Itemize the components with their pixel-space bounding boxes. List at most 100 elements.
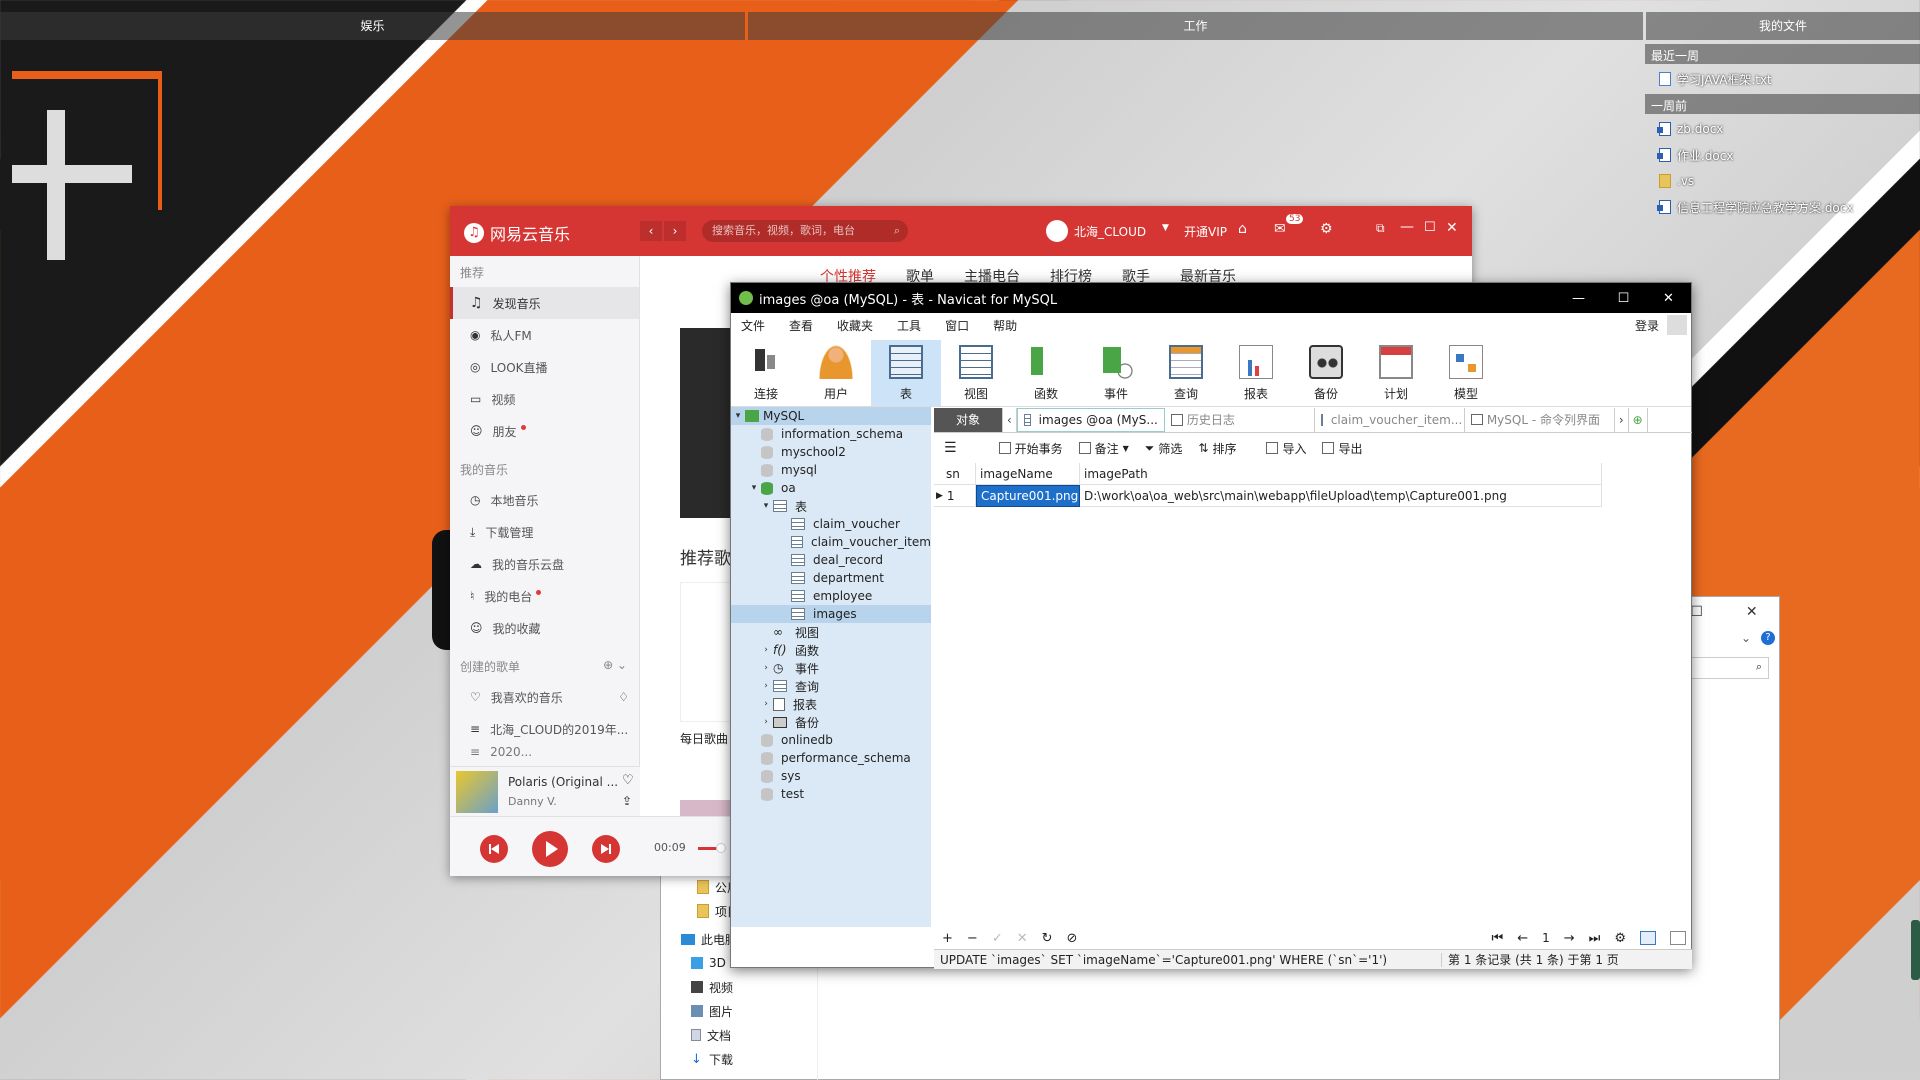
minimize-icon[interactable]: — <box>1556 291 1601 306</box>
login-button[interactable]: 登录 <box>1635 317 1659 334</box>
tree-database[interactable]: sys <box>731 767 931 785</box>
cell-imagename-editing[interactable]: Capture001.png <box>976 485 1080 507</box>
column-header-imagepath[interactable]: imagePath <box>1080 463 1602 485</box>
export-button[interactable]: 导出 <box>1316 440 1368 457</box>
mail-icon[interactable]: ✉ <box>1274 221 1286 237</box>
tree-database[interactable]: onlinedb <box>731 731 931 749</box>
previous-page-icon[interactable]: ← <box>1517 931 1528 946</box>
grid-view-icon[interactable] <box>1640 931 1656 945</box>
netease-search-input[interactable]: 搜索音乐，视频，歌词，电台 ⌕ <box>702 220 908 242</box>
nav-item-videos[interactable]: 视频 <box>681 975 761 999</box>
tab-images-table[interactable]: images @oa (MyS... <box>1016 407 1165 432</box>
sort-button[interactable]: ⇅ 排序 <box>1192 440 1242 457</box>
apply-icon[interactable]: ✓ <box>992 931 1003 946</box>
user-button[interactable]: 用户 <box>801 340 871 406</box>
cell-imagepath[interactable]: D:\work\oa\oa_web\src\main\webapp\fileUp… <box>1080 485 1602 507</box>
close-icon[interactable]: ✕ <box>1646 291 1691 306</box>
gear-icon[interactable]: ⚙ <box>1320 221 1333 237</box>
report-button[interactable]: 报表 <box>1221 340 1291 406</box>
tree-database[interactable]: information_schema <box>731 425 931 443</box>
last-page-icon[interactable]: ⏭ <box>1589 931 1601 946</box>
chevron-down-icon[interactable]: ⌄ <box>1741 631 1751 645</box>
backup-button[interactable]: 备份 <box>1291 340 1361 406</box>
tree-table[interactable]: deal_record <box>731 551 931 569</box>
scrollbar-handle[interactable] <box>1911 920 1920 980</box>
tab-claim-voucher-item[interactable]: claim_voucher_item... <box>1315 407 1465 432</box>
close-icon[interactable]: ✕ <box>1746 604 1758 620</box>
tree-tables-node[interactable]: ▾ 表 <box>731 497 931 515</box>
add-playlist-icon[interactable]: ⊕ ⌄ <box>603 658 627 675</box>
tree-backups-node[interactable]: › 备份 <box>731 713 931 731</box>
menu-favorites[interactable]: 收藏夹 <box>833 317 877 334</box>
fence-work[interactable]: 工作 <box>748 12 1643 40</box>
tab-scroll-left[interactable]: ‹ <box>1003 407 1017 432</box>
menu-view[interactable]: 查看 <box>785 317 817 334</box>
sidebar-item-downloads[interactable]: ⤓ 下载管理 <box>450 516 639 548</box>
tab-objects[interactable]: 对象 <box>934 407 1004 432</box>
tree-table[interactable]: claim_voucher <box>731 515 931 533</box>
tab-command-line[interactable]: MySQL - 命令列界面 <box>1465 407 1615 432</box>
sidebar-item-collection[interactable]: ☺ 我的收藏 <box>450 612 639 644</box>
discard-icon[interactable]: ✕ <box>1017 931 1028 946</box>
cell-sn[interactable]: ▶ 1 <box>934 485 976 507</box>
sidebar-item-cloud[interactable]: ☁ 我的音乐云盘 <box>450 548 639 580</box>
avatar[interactable] <box>1046 220 1068 242</box>
menu-tools[interactable]: 工具 <box>893 317 925 334</box>
tree-database[interactable]: mysql <box>731 461 931 479</box>
sidebar-item-friends[interactable]: ☺ 朋友 <box>450 415 639 447</box>
share-icon[interactable]: ⇪ <box>622 794 632 808</box>
gear-icon[interactable]: ⚙ <box>1614 931 1626 946</box>
memo-button[interactable]: 备注 ▼ <box>1073 440 1135 457</box>
explorer-search-box[interactable]: ⌕ <box>1679 657 1769 679</box>
sidebar-item-local[interactable]: ◷ 本地音乐 <box>450 484 639 516</box>
table-button[interactable]: 表 <box>871 340 941 406</box>
tree-database[interactable]: myschool2 <box>731 443 931 461</box>
previous-track-button[interactable] <box>480 835 508 863</box>
add-record-icon[interactable]: + <box>942 931 953 946</box>
tree-functions-node[interactable]: › f() 函数 <box>731 641 931 659</box>
fence-entertainment[interactable]: 娱乐 <box>0 12 745 40</box>
tree-connection-mysql[interactable]: ▾ MySQL <box>731 407 931 425</box>
sidebar-item-playlist[interactable]: ≡ 北海_CLOUD的2019年... <box>450 713 639 745</box>
connect-button[interactable]: 连接 <box>731 340 801 406</box>
table-row[interactable]: ▶ 1 Capture001.png D:\work\oa\oa_web\src\… <box>934 485 1692 507</box>
model-button[interactable]: 模型 <box>1431 340 1501 406</box>
forward-arrow-icon[interactable]: › <box>664 221 686 241</box>
mini-mode-icon[interactable]: ⧉ <box>1376 221 1385 236</box>
import-button[interactable]: 导入 <box>1260 440 1312 457</box>
minimize-icon[interactable]: — <box>1400 219 1414 235</box>
tree-reports-node[interactable]: › 报表 <box>731 695 931 713</box>
sidebar-item-my-radio[interactable]: ♮ 我的电台 <box>450 580 639 612</box>
help-icon[interactable]: ? <box>1761 631 1775 645</box>
next-page-icon[interactable]: → <box>1564 931 1575 946</box>
first-page-icon[interactable]: ⏮ <box>1491 931 1503 946</box>
query-button[interactable]: 查询 <box>1151 340 1221 406</box>
filter-button[interactable]: ⏷ 筛选 <box>1139 440 1189 457</box>
menu-icon[interactable]: ☰ <box>934 440 967 456</box>
menu-window[interactable]: 窗口 <box>941 317 973 334</box>
maximize-icon[interactable]: ☐ <box>1424 220 1436 235</box>
tree-database[interactable]: performance_schema <box>731 749 931 767</box>
file-item[interactable]: 信息工程学院应急教学方案.docx <box>1645 194 1920 220</box>
play-button[interactable] <box>532 831 568 867</box>
schedule-button[interactable]: 计划 <box>1361 340 1431 406</box>
file-item[interactable]: zb.docx <box>1645 116 1920 142</box>
tree-table-selected[interactable]: images <box>731 605 931 623</box>
event-button[interactable]: 事件 <box>1081 340 1151 406</box>
form-view-icon[interactable] <box>1670 931 1686 945</box>
avatar[interactable] <box>1667 315 1687 335</box>
progress-handle[interactable] <box>716 843 726 853</box>
skin-icon[interactable]: ⌂ <box>1238 221 1247 237</box>
function-button[interactable]: 函数 <box>1011 340 1081 406</box>
stop-icon[interactable]: ⊘ <box>1067 931 1078 946</box>
tree-queries-node[interactable]: › 查询 <box>731 677 931 695</box>
column-header-sn[interactable]: sn <box>934 463 976 485</box>
vip-button[interactable]: 开通VIP <box>1184 223 1227 240</box>
file-item[interactable]: 作业.docx <box>1645 142 1920 168</box>
nav-item-pictures[interactable]: 图片 <box>681 999 761 1023</box>
sidebar-item-liked[interactable]: ♡ 我喜欢的音乐 ♢ <box>450 681 639 713</box>
chevron-down-icon[interactable]: ▼ <box>1162 223 1169 233</box>
column-header-imagename[interactable]: imageName <box>976 463 1080 485</box>
back-arrow-icon[interactable]: ‹ <box>640 221 662 241</box>
menu-file[interactable]: 文件 <box>737 317 769 334</box>
